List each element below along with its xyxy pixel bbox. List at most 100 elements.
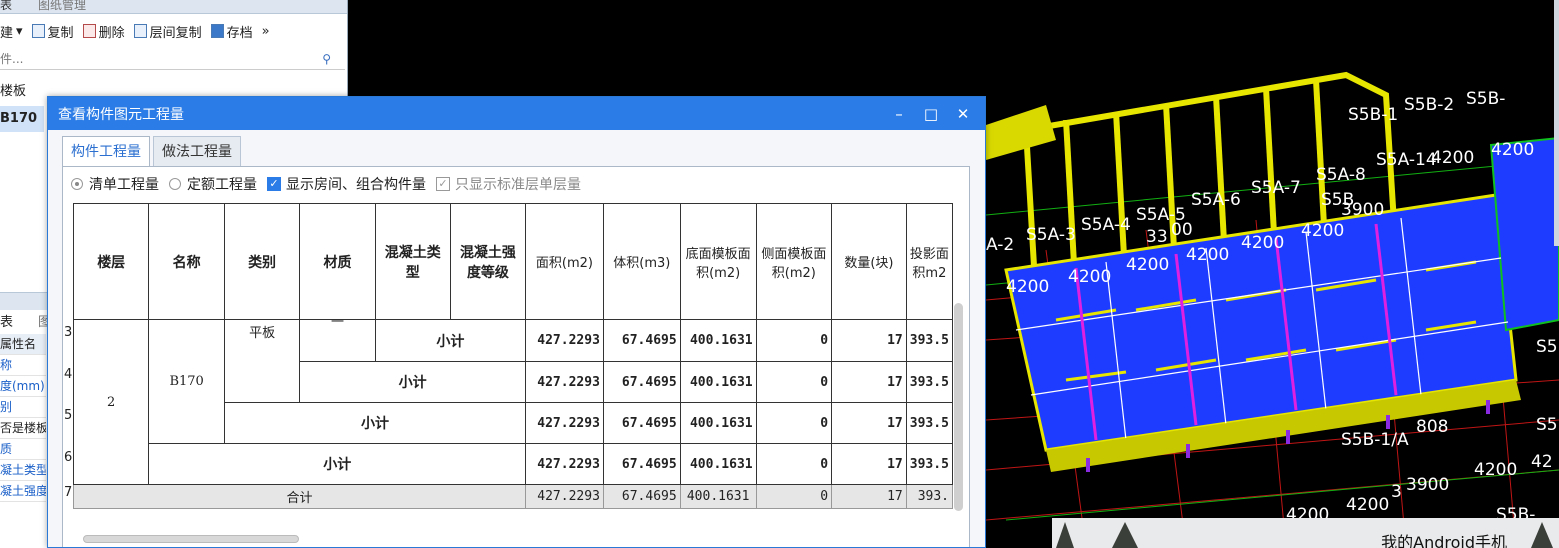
- header-projected-area: 投影面积m2: [905, 203, 953, 320]
- copy-label: 复制: [47, 25, 74, 41]
- tab-component-quantity[interactable]: 构件工程量: [62, 136, 150, 166]
- vertical-scrollbar[interactable]: [954, 303, 963, 511]
- cell-total-volume: 67.4695: [602, 484, 681, 509]
- property-material[interactable]: 质: [0, 439, 46, 460]
- checkmark-icon: ✓: [267, 177, 281, 191]
- cell-projected-area: 393.5: [905, 443, 953, 485]
- header-volume: 体积(m3): [602, 203, 681, 320]
- header-side-formwork: 侧面模板面积(m2): [755, 203, 833, 320]
- cad-label: 4200: [1186, 245, 1229, 265]
- header-name: 名称: [148, 203, 225, 320]
- cell-total-area: 427.2293: [525, 484, 604, 509]
- cad-label: S5: [1536, 337, 1558, 357]
- table-row[interactable]: 小计 427.2293 67.4695 400.1631 0 17 393.5: [74, 443, 953, 485]
- toolbar-more-button[interactable]: »: [262, 24, 270, 39]
- cell-bottom-formwork: 400.1631: [679, 443, 757, 485]
- table-header-row: 楼层 名称 类别 材质 混凝土类型 混凝土强度等级 面积(m2) 体积(m3) …: [73, 203, 953, 320]
- property-thickness[interactable]: 度(mm): [0, 376, 46, 397]
- tab-content: 清单工程量 定额工程量 ✓ 显示房间、组合构件量 ✓ 只显示标准层单层量 楼层 名称…: [62, 166, 970, 547]
- close-button[interactable]: ✕: [947, 105, 979, 123]
- floor-copy-button[interactable]: 层间复制: [133, 22, 202, 41]
- new-button[interactable]: 建 ▾: [0, 22, 23, 41]
- tab-component-list[interactable]: 表: [0, 0, 12, 13]
- panel-toolbar: 建 ▾ 复制 删除 层间复制 存档 »: [0, 18, 347, 44]
- total-row[interactable]: 合计 427.2293 67.4695 400.1631 0 17 393.: [73, 484, 953, 509]
- property-category[interactable]: 别: [0, 397, 46, 418]
- tree-decoration: [1531, 522, 1553, 548]
- header-floor: 楼层: [73, 203, 150, 320]
- copy-button[interactable]: 复制: [31, 22, 74, 41]
- header-count: 数量(块): [831, 203, 907, 320]
- cell-side-formwork: 0: [755, 402, 833, 444]
- cad-label: 4200: [1006, 277, 1049, 297]
- row-number-gutter: 3 4 5 6 7: [63, 319, 73, 529]
- cad-label: S5A-3: [1026, 225, 1076, 245]
- cell-total-bottom-formwork: 400.1631: [679, 484, 757, 509]
- archive-icon: [210, 24, 224, 38]
- cad-label: S5A-14: [1376, 150, 1437, 170]
- show-rooms-label: 显示房间、组合构件量: [286, 177, 426, 193]
- standard-floor-checkbox[interactable]: ✓ 只显示标准层单层量: [436, 174, 581, 194]
- tree-group-slab[interactable]: 楼板: [0, 80, 26, 99]
- tab-drawing-manager[interactable]: 图纸管理: [38, 0, 86, 13]
- component-search-input[interactable]: 件... ⚲: [0, 48, 345, 70]
- cell-subtotal: 小计: [299, 361, 527, 403]
- cad-label: 3900: [1406, 475, 1449, 495]
- dialog-body: 构件工程量 做法工程量 清单工程量 定额工程量 ✓ 显示房间、组合构件量 ✓ 只显示…: [48, 130, 985, 547]
- cell-area: 427.2293: [525, 361, 604, 403]
- header-bottom-formwork: 底面模板面积(m2): [679, 203, 757, 320]
- cell-material: 一: [299, 319, 376, 362]
- show-rooms-checkbox[interactable]: ✓ 显示房间、组合构件量: [267, 174, 426, 194]
- header-concrete-grade: 混凝土强度等级: [449, 203, 527, 320]
- cell-bottom-formwork: 400.1631: [679, 402, 757, 444]
- cad-label: 4200: [1474, 460, 1517, 480]
- archive-button[interactable]: 存档: [210, 22, 253, 41]
- new-label: 建: [0, 25, 14, 41]
- quota-quantity-label: 定额工程量: [187, 177, 257, 193]
- cad-label: S5A-7: [1251, 178, 1301, 198]
- property-is-slab[interactable]: 否是楼板: [0, 418, 46, 439]
- cad-drawing: S5B-1 S5B-2 S5B- S5A-14 4200 4200 A-2 S5…: [986, 71, 1559, 548]
- cell-category: 平板: [223, 319, 301, 403]
- cad-3d-viewport[interactable]: S5B-1 S5B-2 S5B- S5A-14 4200 4200 A-2 S5…: [986, 0, 1559, 548]
- cell-volume: 67.4695: [602, 443, 681, 485]
- maximize-button[interactable]: □: [915, 105, 947, 123]
- quantity-options: 清单工程量 定额工程量 ✓ 显示房间、组合构件量 ✓ 只显示标准层单层量: [71, 173, 591, 195]
- radio-icon: [71, 178, 83, 190]
- cad-label: 4200: [1068, 267, 1111, 287]
- dialog-tabs: 构件工程量 做法工程量: [62, 136, 241, 166]
- row-number: 6: [64, 450, 73, 465]
- cad-label: S5B-1/A: [1341, 430, 1409, 450]
- horizontal-scrollbar[interactable]: [83, 535, 299, 543]
- property-name[interactable]: 称: [0, 355, 46, 376]
- tab-method-quantity[interactable]: 做法工程量: [153, 136, 241, 166]
- row-number: 3: [64, 325, 73, 340]
- beam-top-left: [986, 105, 1056, 160]
- cad-label: S5A-4: [1081, 215, 1131, 235]
- minimize-button[interactable]: –: [883, 105, 915, 123]
- cell-total: 合计: [73, 484, 527, 509]
- cell-area: 427.2293: [525, 402, 604, 444]
- quantity-dialog: 查看构件图元工程量 – □ ✕ 构件工程量 做法工程量 清单工程量 定额工程量 …: [47, 96, 986, 548]
- tab-properties[interactable]: 表: [0, 311, 13, 330]
- dialog-title-bar[interactable]: 查看构件图元工程量 – □ ✕: [48, 97, 985, 130]
- search-icon[interactable]: ⚲: [322, 48, 331, 70]
- cad-label: 33: [1146, 227, 1168, 247]
- delete-icon: [82, 24, 96, 38]
- cad-label: 4200: [1346, 495, 1389, 515]
- quantity-table: 楼层 名称 类别 材质 混凝土类型 混凝土强度等级 面积(m2) 体积(m3) …: [73, 203, 953, 509]
- property-concrete-grade[interactable]: 凝土强度: [0, 481, 46, 502]
- tree-item-b170[interactable]: B170: [0, 106, 44, 132]
- cell-projected-area: 393.5: [905, 402, 953, 444]
- cell-count: 17: [831, 361, 907, 403]
- table-row[interactable]: 2 B170 平板 一 小计 427.2293 67.4695 400.1631…: [73, 319, 953, 485]
- bill-quantity-radio[interactable]: 清单工程量: [71, 174, 159, 194]
- quota-quantity-radio[interactable]: 定额工程量: [169, 174, 257, 194]
- cell-side-formwork: 0: [755, 361, 833, 403]
- cell-projected-area: 393.5: [905, 361, 953, 403]
- delete-button[interactable]: 删除: [82, 22, 125, 41]
- tree-decoration: [1056, 522, 1074, 548]
- cad-label: 3900: [1341, 200, 1384, 220]
- cell-area: 427.2293: [525, 319, 604, 362]
- property-concrete-type[interactable]: 凝土类型: [0, 460, 46, 481]
